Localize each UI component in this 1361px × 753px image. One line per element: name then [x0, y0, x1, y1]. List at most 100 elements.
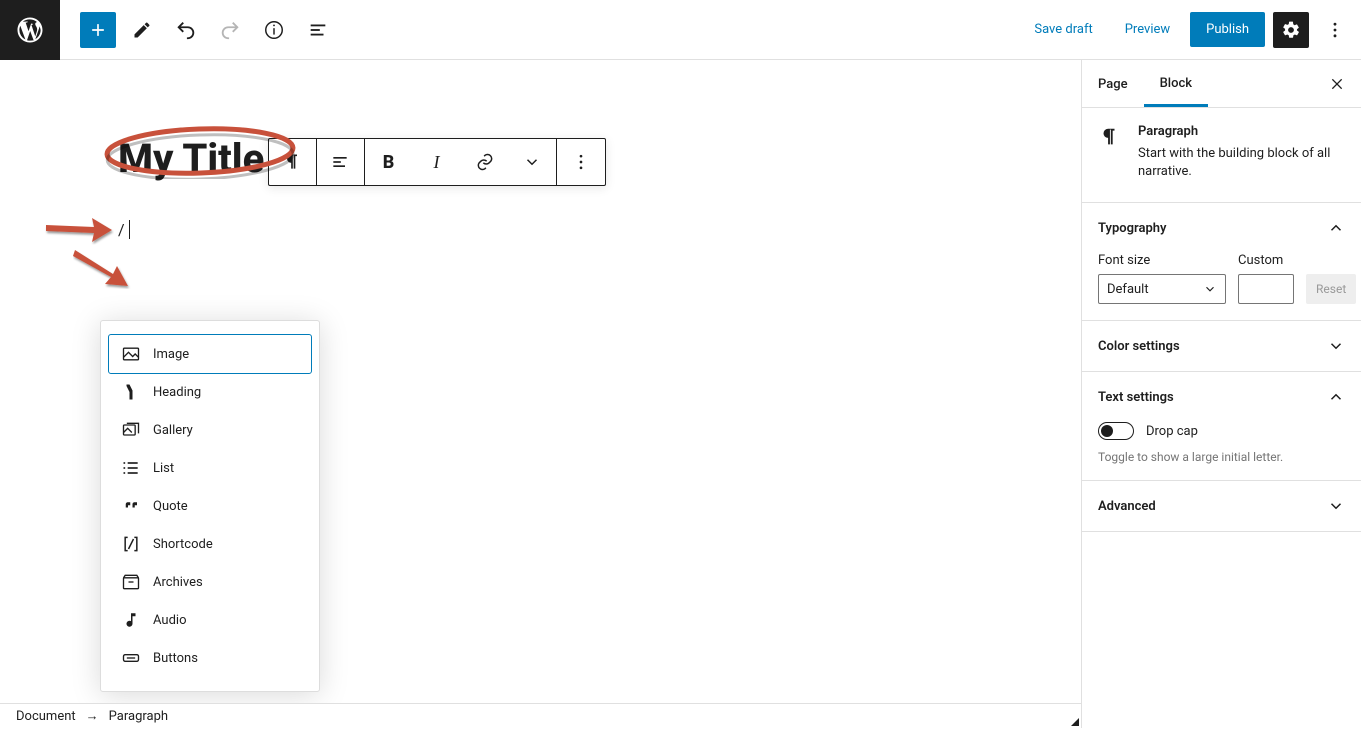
undo-button[interactable] [168, 12, 204, 48]
close-icon [1329, 76, 1345, 92]
resize-handle-icon[interactable] [1071, 718, 1079, 726]
italic-button[interactable]: I [413, 139, 461, 185]
archives-icon [121, 572, 141, 592]
drop-cap-label: Drop cap [1146, 424, 1198, 439]
redo-button[interactable] [212, 12, 248, 48]
annotation-arrow-icon [44, 215, 114, 245]
preview-button[interactable]: Preview [1113, 12, 1182, 47]
close-sidebar-button[interactable] [1325, 72, 1349, 96]
text-settings-panel: Text settings Drop cap Toggle to show a … [1082, 372, 1361, 481]
chevron-down-icon [523, 153, 541, 171]
slash-input-row: / [118, 220, 1081, 239]
font-size-label: Font size [1098, 253, 1226, 268]
inserter-item-heading[interactable]: Heading [109, 373, 311, 411]
gallery-icon [121, 420, 141, 440]
inserter-item-label: Buttons [153, 651, 198, 666]
inserter-item-label: Gallery [153, 423, 193, 438]
panel-title: Advanced [1098, 499, 1156, 514]
block-more-button[interactable] [557, 139, 605, 185]
image-icon [121, 344, 141, 364]
slash-input[interactable]: / [118, 220, 130, 239]
tab-page[interactable]: Page [1082, 62, 1144, 105]
panel-title: Color settings [1098, 339, 1180, 354]
advanced-panel: Advanced [1082, 481, 1361, 532]
plus-icon [88, 20, 108, 40]
block-info-title: Paragraph [1138, 124, 1345, 139]
heading-icon [121, 382, 141, 402]
edit-button[interactable] [124, 12, 160, 48]
inserter-item-label: Quote [153, 499, 188, 514]
redo-icon [219, 19, 241, 41]
drop-cap-toggle[interactable] [1098, 422, 1134, 440]
publish-button[interactable]: Publish [1190, 12, 1265, 47]
save-draft-button[interactable]: Save draft [1022, 12, 1104, 47]
typography-panel: Typography Font size Default Custom [1082, 203, 1361, 321]
settings-button[interactable] [1273, 12, 1309, 48]
annotation-ellipse-icon [100, 123, 300, 179]
workspace: My Title B I / [0, 60, 1361, 728]
more-formatting-button[interactable] [509, 139, 557, 185]
font-size-select[interactable]: Default [1098, 274, 1226, 304]
inserter-item-label: List [153, 461, 174, 476]
inserter-item-shortcode[interactable]: Shortcode [109, 525, 311, 563]
typography-panel-toggle[interactable]: Typography [1082, 203, 1361, 253]
chevron-down-icon [1203, 282, 1217, 296]
inserter-item-label: Heading [153, 385, 201, 400]
chevron-down-icon [1327, 337, 1345, 355]
advanced-toggle[interactable]: Advanced [1082, 481, 1361, 531]
breadcrumb-item[interactable]: Document [16, 709, 76, 724]
text-settings-toggle[interactable]: Text settings [1082, 372, 1361, 422]
align-button[interactable] [317, 139, 365, 185]
add-block-button[interactable] [80, 12, 116, 48]
inserter-item-label: Image [153, 347, 189, 362]
sidebar-tabs: Page Block [1082, 60, 1361, 108]
block-inserter-popup: Image Heading Gallery List Quote Shortco… [100, 320, 320, 692]
audio-icon [121, 610, 141, 630]
topbar-right: Save draft Preview Publish [1022, 12, 1361, 48]
undo-icon [175, 19, 197, 41]
chevron-up-icon [1327, 388, 1345, 406]
block-info: Paragraph Start with the building block … [1082, 108, 1361, 203]
inserter-item-buttons[interactable]: Buttons [109, 639, 311, 677]
tab-block[interactable]: Block [1144, 61, 1208, 107]
inserter-item-label: Shortcode [153, 537, 213, 552]
link-button[interactable] [461, 139, 509, 185]
inserter-item-list[interactable]: List [109, 449, 311, 487]
panel-title: Text settings [1098, 390, 1174, 405]
pencil-icon [132, 20, 152, 40]
align-left-icon [330, 152, 350, 172]
more-options-button[interactable] [1317, 12, 1353, 48]
info-icon [263, 19, 285, 41]
paragraph-icon [1098, 124, 1122, 186]
reset-button[interactable]: Reset [1306, 274, 1356, 304]
breadcrumb-separator-icon: → [86, 708, 99, 724]
inserter-item-quote[interactable]: Quote [109, 487, 311, 525]
block-toolbar: B I [268, 138, 606, 186]
annotation-arrow-icon [73, 244, 133, 289]
buttons-icon [121, 648, 141, 668]
link-icon [475, 152, 495, 172]
list-outline-icon [307, 19, 329, 41]
settings-sidebar: Page Block Paragraph Start with the buil… [1081, 60, 1361, 728]
custom-font-size-input[interactable] [1238, 274, 1294, 304]
block-info-desc: Start with the building block of all nar… [1138, 145, 1345, 181]
chevron-down-icon [1327, 497, 1345, 515]
inserter-item-archives[interactable]: Archives [109, 563, 311, 601]
inserter-item-label: Archives [153, 575, 203, 590]
bold-button[interactable]: B [365, 139, 413, 185]
more-vertical-icon [571, 152, 591, 172]
list-icon [121, 458, 141, 478]
inserter-item-audio[interactable]: Audio [109, 601, 311, 639]
editor-canvas[interactable]: My Title B I / [0, 60, 1081, 728]
wordpress-logo[interactable] [0, 0, 60, 60]
breadcrumb: Document → Paragraph [0, 703, 1081, 728]
gear-icon [1281, 20, 1301, 40]
outline-button[interactable] [300, 12, 336, 48]
custom-label: Custom [1238, 253, 1294, 268]
inserter-item-gallery[interactable]: Gallery [109, 411, 311, 449]
breadcrumb-item[interactable]: Paragraph [109, 709, 168, 724]
inserter-item-image[interactable]: Image [109, 335, 311, 373]
wordpress-icon [15, 15, 45, 45]
info-button[interactable] [256, 12, 292, 48]
color-settings-toggle[interactable]: Color settings [1082, 321, 1361, 371]
